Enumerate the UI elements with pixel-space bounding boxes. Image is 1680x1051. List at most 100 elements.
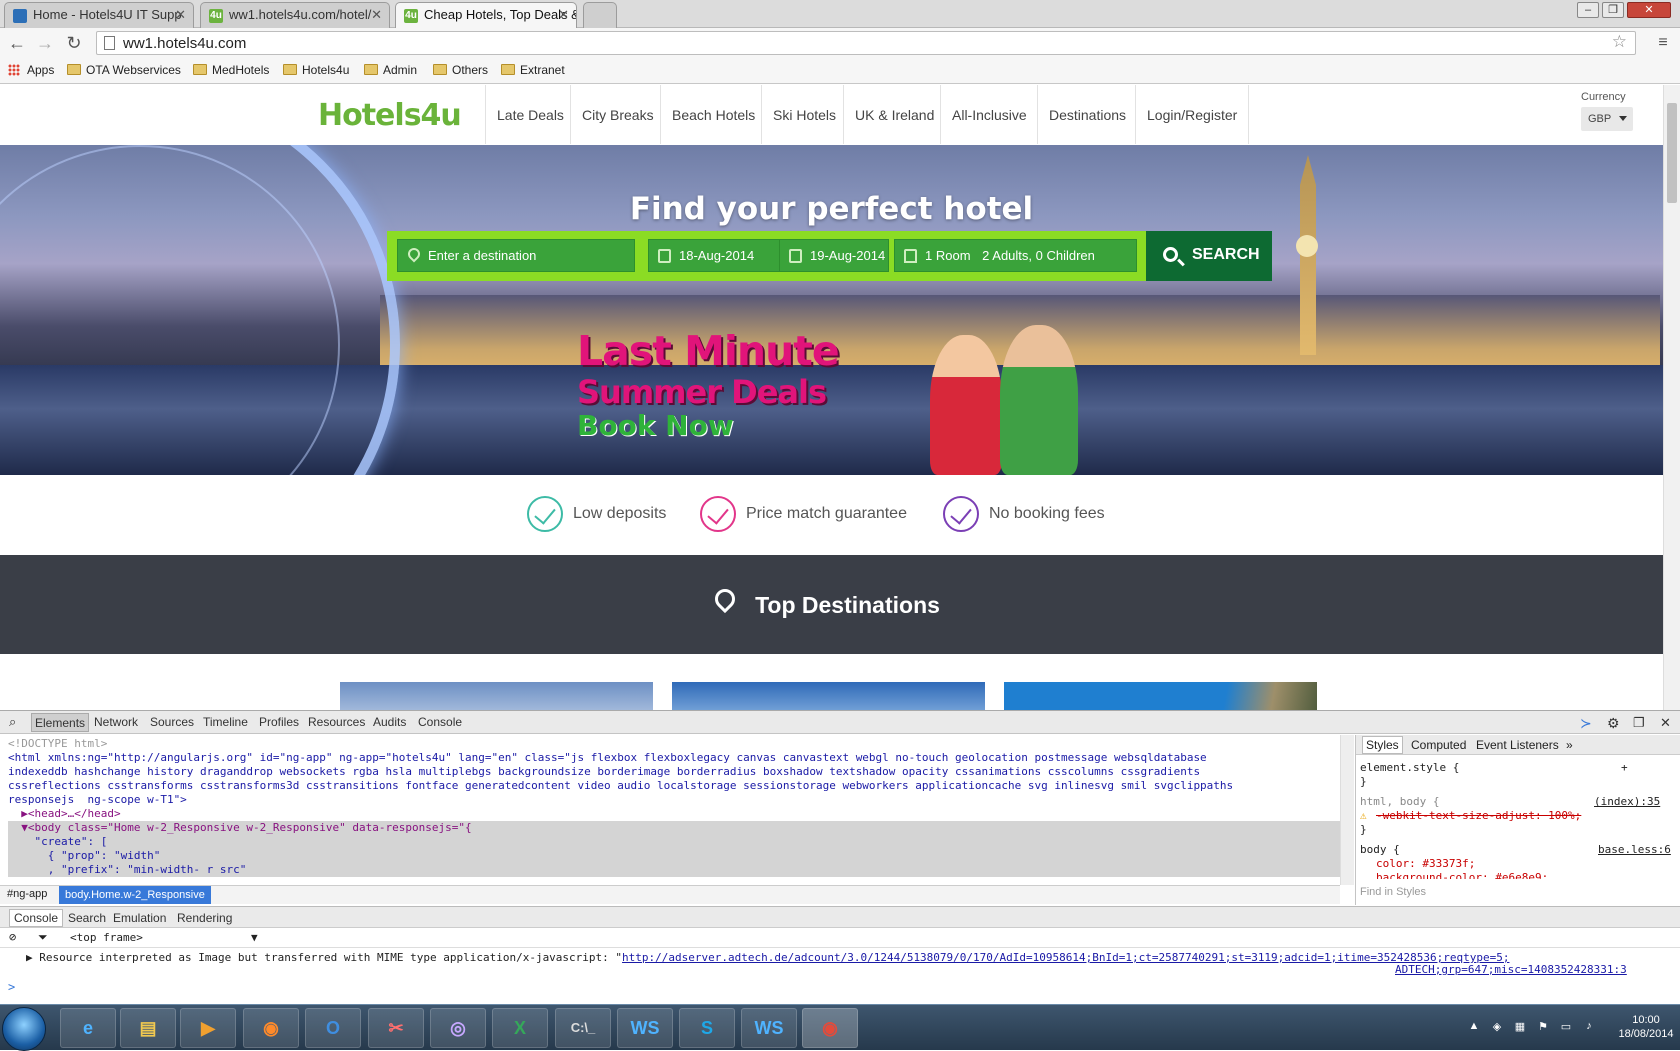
destination-image[interactable] [340,682,653,710]
destination-image[interactable] [1004,682,1317,710]
tab-resources[interactable]: Resources [308,715,365,729]
chrome-icon[interactable]: ◉ [802,1008,858,1048]
tab-event-listeners[interactable]: Event Listeners [1476,738,1559,752]
nav-all-inclusive[interactable]: All-Inclusive [940,85,1038,144]
style-property-line[interactable]: background-color: #e6e8e9; [1376,871,1548,879]
minimize-window-icon[interactable]: – [1577,2,1599,18]
dom-node-line[interactable]: <html xmlns:ng="http://angularjs.org" id… [8,751,1340,765]
close-window-icon[interactable]: ✕ [1627,2,1671,18]
tab-timeline[interactable]: Timeline [203,715,248,729]
checkin-date-field[interactable]: 18-Aug-2014 [648,239,783,272]
style-rule-line[interactable]: element.style { [1360,761,1459,775]
dom-node-line[interactable]: ▶<head>…</head> [8,807,1340,821]
gear-icon[interactable]: ⚙ [1607,715,1620,732]
breadcrumb-item[interactable]: #ng-app [7,888,47,900]
dom-node-line-selected[interactable]: ▼<body class="Home w-2_Responsive w-2_Re… [8,821,1340,835]
nav-uk-ireland[interactable]: UK & Ireland [843,85,945,144]
checkout-date-field[interactable]: 19-Aug-2014 [779,239,889,272]
outlook-icon[interactable]: O [305,1008,361,1048]
webstorm-icon-2[interactable]: WS [741,1008,797,1048]
tray-app-icon[interactable]: ◈ [1490,1020,1504,1034]
excel-icon[interactable]: X [492,1008,548,1048]
bookmark-star-icon[interactable]: ☆ [1612,32,1627,52]
close-tab-icon[interactable]: ✕ [175,7,186,23]
add-rule-icon[interactable]: + [1621,761,1628,775]
find-in-styles-input[interactable]: Find in Styles [1360,885,1426,899]
eclipse-icon[interactable]: ◎ [430,1008,486,1048]
browser-tab-active[interactable]: 4u Cheap Hotels, Top Deals & ✕ [395,2,577,28]
console-prompt[interactable]: > [8,981,15,994]
bookmark-folder[interactable]: Others [433,63,488,77]
style-property-line[interactable]: -webkit-text-size-adjust: 100%; [1376,809,1581,823]
nav-ski-hotels[interactable]: Ski Hotels [761,85,847,144]
console-drawer-icon[interactable]: ≻ [1580,715,1592,732]
hotels4u-logo[interactable]: Hotels4u [318,98,462,133]
command-prompt-icon[interactable]: C:\_ [555,1008,611,1048]
frame-select[interactable]: <top frame> [70,931,143,944]
promo-headline[interactable]: Last Minute [577,327,840,375]
system-clock[interactable]: 10:00 18/08/2014 [1616,1013,1676,1041]
clear-console-icon[interactable]: ⊘ [9,930,16,944]
scrollbar-thumb[interactable] [1667,103,1677,203]
bookmark-folder[interactable]: Admin [364,63,417,77]
drawer-tab-console[interactable]: Console [9,909,64,927]
promo-subheadline[interactable]: Summer Deals [577,373,827,411]
tab-elements[interactable]: Elements [31,713,90,732]
browser-tab[interactable]: Home - Hotels4U IT Supp ✕ [4,2,194,28]
action-center-flag-icon[interactable]: ⚑ [1536,1020,1550,1034]
breadcrumb-item-selected[interactable]: body.Home.w-2_Responsive [59,886,211,904]
dom-node-line[interactable]: <!DOCTYPE html> [8,737,1340,751]
console-message[interactable]: ▶ Resource interpreted as Image but tran… [26,951,1509,964]
forward-arrow-icon[interactable]: → [34,32,56,54]
destination-input[interactable]: Enter a destination [397,239,635,272]
menu-hamburger-icon[interactable]: ≡ [1652,32,1674,54]
tab-network[interactable]: Network [94,715,138,729]
internet-explorer-icon[interactable]: e [60,1008,116,1048]
nav-beach-hotels[interactable]: Beach Hotels [660,85,766,144]
nav-late-deals[interactable]: Late Deals [485,85,575,144]
tray-expand-icon[interactable]: ▲ [1467,1020,1481,1034]
close-tab-icon[interactable]: ✕ [371,7,382,23]
tab-profiles[interactable]: Profiles [259,715,299,729]
bookmark-folder[interactable]: MedHotels [193,63,269,77]
dom-node-line[interactable]: { "prop": "width" [8,849,1340,863]
style-selector-line[interactable]: html, body { [1360,795,1439,809]
webstorm-icon[interactable]: WS [617,1008,673,1048]
filter-icon[interactable]: ⏷ [38,930,48,945]
rooms-guests-field[interactable]: 1 Room 2 Adults, 0 Children [894,239,1137,272]
drawer-tab-rendering[interactable]: Rendering [177,911,232,925]
elements-tree[interactable]: <!DOCTYPE html> <html xmlns:ng="http://a… [0,735,1340,895]
tab-sources[interactable]: Sources [150,715,194,729]
tab-styles[interactable]: Styles [1362,736,1403,754]
address-bar[interactable]: ww1.hotels4u.com ☆ [96,31,1636,55]
reload-icon[interactable]: ↻ [63,32,85,54]
drawer-tab-emulation[interactable]: Emulation [113,911,166,925]
close-tab-icon[interactable]: ✕ [558,7,569,23]
console-message-link[interactable]: http://adserver.adtech.de/adcount/3.0/12… [622,951,1509,964]
console-message-link-cont[interactable]: ADTECH;grp=647;misc=1408352428331:3 [1395,963,1627,976]
style-selector-line[interactable]: body { [1360,843,1400,857]
volume-muted-icon[interactable]: ♪ [1582,1020,1596,1034]
new-tab-button[interactable] [583,2,617,28]
media-player-icon[interactable]: ▶ [180,1008,236,1048]
destination-image[interactable] [672,682,985,710]
skype-icon[interactable]: S [679,1008,735,1048]
more-tabs-icon[interactable]: » [1566,738,1573,752]
search-button[interactable]: SEARCH [1146,231,1272,281]
bookmark-folder[interactable]: Extranet [501,63,565,77]
tray-network-icon[interactable]: ▦ [1513,1020,1527,1034]
drawer-tab-search[interactable]: Search [68,911,106,925]
style-source-link[interactable]: base.less:6 [1598,843,1671,857]
chevron-down-icon[interactable]: ▼ [251,931,258,944]
snipping-tool-icon[interactable]: ✂ [368,1008,424,1048]
dock-icon[interactable]: ❐ [1633,715,1645,731]
expand-arrow-icon[interactable]: ▶ [26,951,33,964]
inspect-search-icon[interactable]: ⌕ [9,714,16,730]
page-scrollbar[interactable] [1663,85,1680,710]
bookmark-folder[interactable]: Hotels4u [283,63,349,77]
dom-node-line[interactable]: indexeddb hashchange history draganddrop… [8,765,1340,779]
restore-window-icon[interactable]: ❐ [1602,2,1624,18]
windows-start-button[interactable] [2,1007,46,1051]
back-arrow-icon[interactable]: ← [6,32,28,54]
bookmark-folder[interactable]: OTA Webservices [67,63,181,77]
